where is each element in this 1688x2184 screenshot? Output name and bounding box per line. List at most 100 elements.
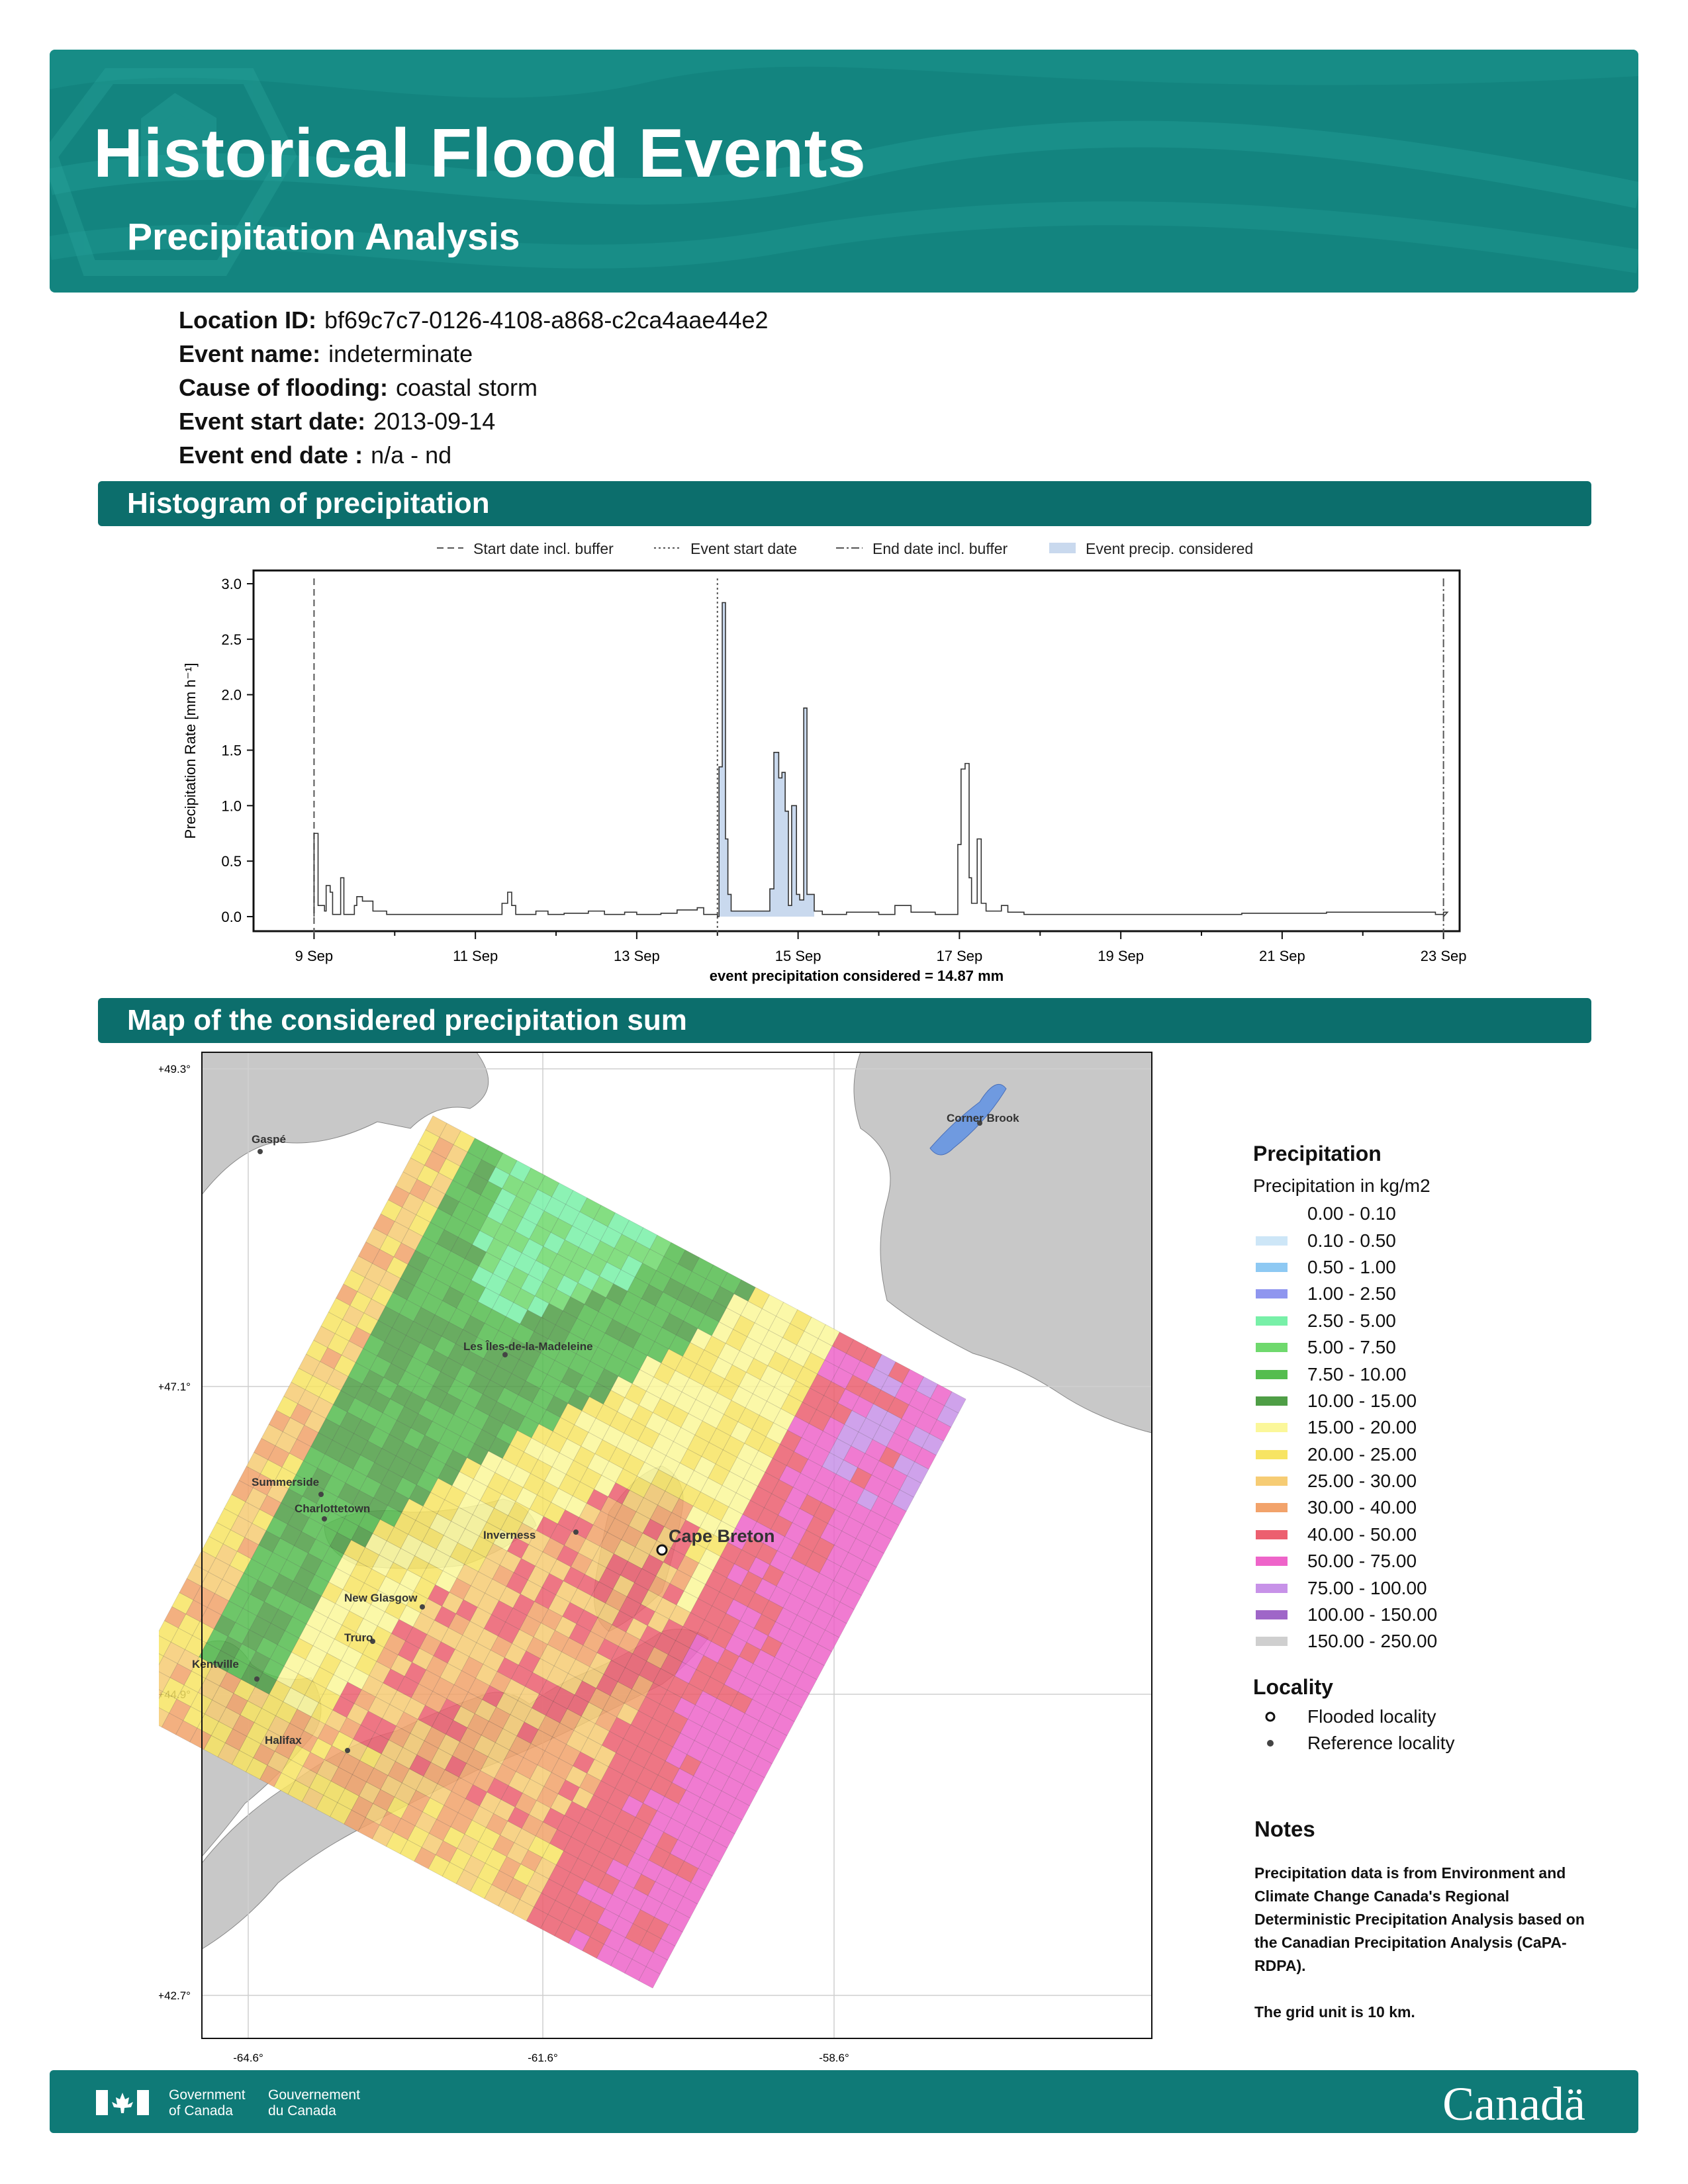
legend-flooded-locality: Flooded locality — [1253, 1704, 1455, 1730]
start-date-label: Event start date: — [179, 408, 366, 435]
legend-item: 75.00 - 100.00 — [1253, 1574, 1455, 1601]
legend-item: 0.00 - 0.10 — [1253, 1201, 1455, 1227]
y-axis-label: Precipitation Rate [mm h⁻¹] — [182, 663, 199, 839]
legend-label-3: Event precip. considered — [1086, 540, 1253, 557]
precipitation-histogram: Start date incl. buffer Event start date E… — [182, 540, 1467, 984]
reference-locality-marker — [573, 1529, 579, 1535]
lat-label-3: +42.7° — [159, 1989, 191, 2002]
legend-item-label: 25.00 - 30.00 — [1307, 1471, 1417, 1492]
precipitation-map: +49.3°+47.1°+44.9°+42.7°-64.6°-61.6°-58.… — [159, 1052, 1152, 2064]
legend-item: 1.00 - 2.50 — [1253, 1281, 1455, 1307]
reference-locality-marker — [420, 1604, 425, 1610]
x-tick-label-2: 13 Sep — [614, 948, 660, 964]
legend-swatch — [1256, 1236, 1288, 1246]
place-label-charlottetown: Charlottetown — [295, 1502, 370, 1515]
end-date-value: n/a - nd — [371, 441, 452, 469]
y-tick-label-1: 0.5 — [221, 853, 242, 870]
place-label-kentville: Kentville — [192, 1658, 239, 1670]
legend-item: 100.00 - 150.00 — [1253, 1602, 1455, 1628]
legend-item-label: 5.00 - 7.50 — [1307, 1337, 1396, 1358]
legend-swatch — [1256, 1449, 1288, 1459]
end-date-label: Event end date : — [179, 441, 363, 469]
reference-locality-marker — [258, 1149, 263, 1154]
legend-swatch — [1256, 1423, 1288, 1433]
x-tick-label-1: 11 Sep — [453, 948, 498, 964]
x-tick-label-5: 19 Sep — [1098, 948, 1144, 964]
x-tick-label-4: 17 Sep — [937, 948, 983, 964]
x-tick-label-7: 23 Sep — [1421, 948, 1467, 964]
legend-swatch — [1256, 1262, 1288, 1272]
histogram-section-header: Histogram of precipitation — [98, 481, 1591, 526]
place-label-corner_brook: Corner Brook — [947, 1112, 1019, 1124]
legend-swatch — [1256, 1316, 1288, 1326]
flooded-locality-label: Flooded locality — [1307, 1706, 1436, 1727]
legend-swatch — [1256, 1289, 1288, 1299]
x-tick-label-6: 21 Sep — [1259, 948, 1305, 964]
legend-swatch — [1256, 1610, 1288, 1620]
notes-panel: Notes Precipitation data is from Environ… — [1254, 1817, 1599, 2024]
lat-label-0: +49.3° — [159, 1063, 191, 1075]
legend-item-label: 20.00 - 25.00 — [1307, 1443, 1417, 1465]
place-label-gaspe: Gaspé — [252, 1133, 286, 1146]
legend-item-label: 150.00 - 250.00 — [1307, 1631, 1438, 1652]
page-title: Historical Flood Events — [93, 115, 867, 192]
place-label-summerside: Summerside — [252, 1476, 319, 1488]
reference-locality-label: Reference locality — [1307, 1732, 1455, 1753]
chart-legend: Start date incl. buffer Event start date E… — [437, 540, 1253, 557]
legend-item-label: 15.00 - 20.00 — [1307, 1417, 1417, 1438]
legend-item-label: 2.50 - 5.00 — [1307, 1310, 1396, 1331]
legend-item: 150.00 - 250.00 — [1253, 1628, 1455, 1655]
legend-label-1: Event start date — [690, 540, 797, 557]
legend-item-label: 1.00 - 2.50 — [1307, 1283, 1396, 1304]
lon-label-0: -64.6° — [233, 2052, 263, 2064]
legend-item: 40.00 - 50.00 — [1253, 1522, 1455, 1548]
y-tick-label-5: 2.5 — [221, 631, 242, 648]
reference-locality-icon — [1253, 1737, 1288, 1750]
footer: Government of Canada Gouvernement du Can… — [50, 2070, 1638, 2133]
start-date-value: 2013-09-14 — [373, 408, 496, 435]
location-id-label: Location ID: — [179, 306, 316, 334]
reference-locality-marker — [345, 1748, 350, 1753]
legend-item-label: 40.00 - 50.00 — [1307, 1524, 1417, 1545]
flooded-locality-icon — [1253, 1710, 1288, 1723]
legend-item: 7.50 - 10.00 — [1253, 1361, 1455, 1387]
map-legend: Precipitation Precipitation in kg/m2 0.0… — [1253, 1142, 1455, 1756]
reference-locality-marker — [322, 1516, 327, 1522]
legend-item: 30.00 - 40.00 — [1253, 1494, 1455, 1521]
locality-title: Locality — [1253, 1674, 1333, 1699]
x-tick-label-3: 15 Sep — [775, 948, 821, 964]
legend-patch-3 — [1049, 543, 1076, 553]
page-subtitle: Precipitation Analysis — [127, 216, 520, 258]
header-banner: Historical Flood Events Precipitation An… — [50, 50, 1638, 293]
legend-subtitle: Precipitation in kg/m2 — [1253, 1175, 1430, 1196]
y-tick-label-0: 0.0 — [221, 909, 242, 925]
canada-flag-icon — [96, 2090, 149, 2115]
legend-swatch — [1256, 1369, 1288, 1379]
plot-frame — [252, 569, 1461, 933]
gov-en: Government of Canada — [169, 2087, 246, 2119]
notes-grid-unit: The grid unit is 10 km. — [1254, 2003, 1415, 2021]
reference-locality-marker — [318, 1492, 324, 1497]
legend-item: 10.00 - 15.00 — [1253, 1388, 1455, 1414]
place-label-halifax: Halifax — [265, 1734, 302, 1747]
legend-item-label: 0.00 - 0.10 — [1307, 1203, 1396, 1224]
legend-item-label: 75.00 - 100.00 — [1307, 1577, 1427, 1598]
reference-locality-marker — [502, 1352, 508, 1357]
gov-en-line2: of Canada — [169, 2103, 233, 2118]
legend-swatch — [1256, 1477, 1288, 1486]
canada-wordmark: Canadä — [1442, 2077, 1585, 2130]
event-name-value: indeterminate — [328, 340, 473, 367]
legend-swatch — [1256, 1503, 1288, 1513]
y-tick-label-3: 1.5 — [221, 743, 242, 759]
legend-item-label: 30.00 - 40.00 — [1307, 1497, 1417, 1518]
reference-locality-marker — [254, 1676, 259, 1682]
legend-swatch — [1256, 1583, 1288, 1593]
flooded-locality-marker — [656, 1544, 668, 1556]
legend-swatch — [1256, 1529, 1288, 1539]
legend-item-label: 0.50 - 1.00 — [1307, 1256, 1396, 1277]
map-section-header: Map of the considered precipitation sum — [98, 998, 1591, 1043]
place-label-cape_breton: Cape Breton — [669, 1526, 775, 1546]
y-tick-label-4: 2.0 — [221, 687, 242, 704]
legend-item: 2.50 - 5.00 — [1253, 1308, 1455, 1334]
place-label-new_glasgow: New Glasgow — [344, 1592, 418, 1604]
